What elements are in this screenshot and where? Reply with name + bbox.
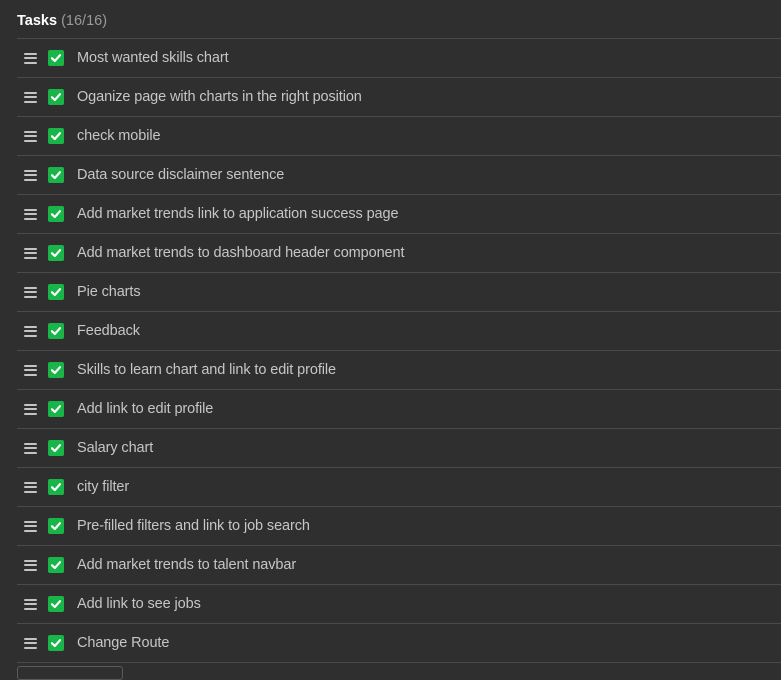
checkmark-icon [50,444,62,453]
checkmark-icon [50,561,62,570]
task-list: Most wanted skills chart Oganize page wit… [17,38,781,663]
drag-handle-icon[interactable] [24,286,37,298]
checkmark-icon [50,366,62,375]
task-label: Data source disclaimer sentence [77,167,285,183]
task-checkbox[interactable] [48,362,64,378]
task-row[interactable]: Pie charts [17,272,781,311]
checkmark-icon [50,405,62,414]
task-checkbox[interactable] [48,50,64,66]
task-row[interactable]: city filter [17,467,781,506]
task-row[interactable]: check mobile [17,116,781,155]
tasks-title: Tasks [17,13,58,29]
drag-handle-icon[interactable] [24,598,37,610]
tasks-count: (16/16) [61,13,108,29]
drag-handle-icon[interactable] [24,169,37,181]
task-label: Pre-filled filters and link to job searc… [77,518,310,534]
checkmark-icon [50,522,62,531]
task-label: Salary chart [77,440,154,456]
task-row[interactable]: Skills to learn chart and link to edit p… [17,350,781,389]
task-label: Change Route [77,635,170,651]
task-row[interactable]: Add market trends to talent navbar [17,545,781,584]
checkmark-icon [50,132,62,141]
task-checkbox[interactable] [48,518,64,534]
task-row[interactable]: Add market trends to dashboard header co… [17,233,781,272]
checkmark-icon [50,171,62,180]
checkmark-icon [50,639,62,648]
task-label: Add link to edit profile [77,401,214,417]
task-label: Add link to see jobs [77,596,201,612]
task-row[interactable]: Oganize page with charts in the right po… [17,77,781,116]
checkmark-icon [50,327,62,336]
task-row[interactable]: Pre-filled filters and link to job searc… [17,506,781,545]
task-checkbox[interactable] [48,128,64,144]
task-checkbox[interactable] [48,440,64,456]
task-checkbox[interactable] [48,557,64,573]
drag-handle-icon[interactable] [24,247,37,259]
task-row[interactable]: Salary chart [17,428,781,467]
task-row[interactable]: Feedback [17,311,781,350]
drag-handle-icon[interactable] [24,442,37,454]
task-checkbox[interactable] [48,206,64,222]
task-label: Most wanted skills chart [77,50,229,66]
task-label: Feedback [77,323,140,339]
task-row[interactable]: Change Route [17,623,781,663]
task-checkbox[interactable] [48,284,64,300]
task-label: city filter [77,479,130,495]
checkmark-icon [50,483,62,492]
checkmark-icon [50,600,62,609]
drag-handle-icon[interactable] [24,325,37,337]
task-checkbox[interactable] [48,323,64,339]
checkmark-icon [50,93,62,102]
task-row[interactable]: Add link to edit profile [17,389,781,428]
task-checkbox[interactable] [48,401,64,417]
checkmark-icon [50,288,62,297]
task-checkbox[interactable] [48,245,64,261]
checkmark-icon [50,210,62,219]
task-checkbox[interactable] [48,89,64,105]
drag-handle-icon[interactable] [24,52,37,64]
drag-handle-icon[interactable] [24,520,37,532]
task-label: Add market trends to talent navbar [77,557,297,573]
drag-handle-icon[interactable] [24,481,37,493]
checkmark-icon [50,54,62,63]
drag-handle-icon[interactable] [24,364,37,376]
add-task-button[interactable] [17,666,123,680]
checkmark-icon [50,249,62,258]
drag-handle-icon[interactable] [24,130,37,142]
task-checkbox[interactable] [48,167,64,183]
drag-handle-icon[interactable] [24,637,37,649]
drag-handle-icon[interactable] [24,91,37,103]
tasks-header: Tasks (16/16) [17,11,107,31]
task-label: Pie charts [77,284,141,300]
task-row[interactable]: Add link to see jobs [17,584,781,623]
drag-handle-icon[interactable] [24,208,37,220]
task-row[interactable]: Data source disclaimer sentence [17,155,781,194]
task-checkbox[interactable] [48,635,64,651]
task-label: Skills to learn chart and link to edit p… [77,362,336,378]
task-row[interactable]: Most wanted skills chart [17,38,781,77]
drag-handle-icon[interactable] [24,403,37,415]
task-label: Add market trends link to application su… [77,206,399,222]
task-checkbox[interactable] [48,596,64,612]
task-checkbox[interactable] [48,479,64,495]
task-label: check mobile [77,128,161,144]
task-row[interactable]: Add market trends link to application su… [17,194,781,233]
task-label: Oganize page with charts in the right po… [77,89,362,105]
drag-handle-icon[interactable] [24,559,37,571]
task-label: Add market trends to dashboard header co… [77,245,405,261]
